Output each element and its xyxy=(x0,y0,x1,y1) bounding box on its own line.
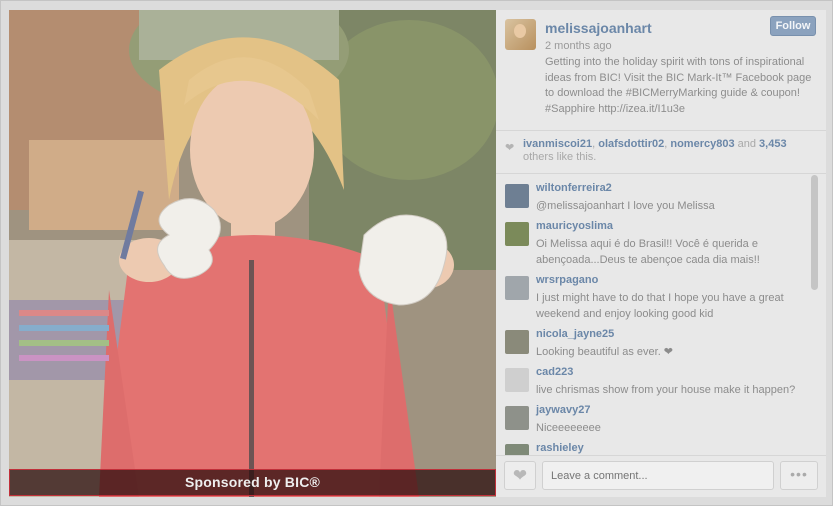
commenter-avatar[interactable] xyxy=(505,368,529,392)
author-username[interactable]: melissajoanhart xyxy=(545,20,652,36)
follow-button[interactable]: Follow xyxy=(770,16,816,36)
comment-input[interactable] xyxy=(542,461,774,490)
more-options-button[interactable]: ••• xyxy=(780,461,818,490)
commenter-username[interactable]: wrsrpagano xyxy=(536,274,598,286)
sponsored-banner: Sponsored by BIC® xyxy=(9,469,496,496)
like-button[interactable]: ❤ xyxy=(504,461,536,490)
comment-footer: ❤ ••• xyxy=(496,455,826,497)
heart-icon: ❤ xyxy=(512,466,528,485)
commenter-avatar[interactable] xyxy=(505,406,529,430)
comments-scrollbar[interactable] xyxy=(811,175,818,290)
commenter-username[interactable]: jaywavy27 xyxy=(536,404,590,416)
comment-text: I just might have to do that I hope you … xyxy=(536,292,784,320)
likes-suffix: others like this. xyxy=(523,151,597,163)
likes-summary: ❤ ivanmiscoi21, olafsdottir02, nomercy80… xyxy=(496,130,826,174)
post-photo[interactable] xyxy=(9,10,496,497)
commenter-avatar[interactable] xyxy=(505,444,529,455)
liker-link[interactable]: ivanmiscoi21 xyxy=(523,138,592,150)
comment-text: Niceeeeeeee xyxy=(536,422,601,434)
post-header: melissajoanhart 2 months ago Follow Gett… xyxy=(496,10,826,130)
liker-link[interactable]: olafsdottir02 xyxy=(598,138,664,150)
commenter-avatar[interactable] xyxy=(505,330,529,354)
post-details-panel: melissajoanhart 2 months ago Follow Gett… xyxy=(496,10,826,497)
commenter-username[interactable]: cad223 xyxy=(536,366,573,378)
photo-dim-overlay xyxy=(9,10,496,497)
commenter-avatar[interactable] xyxy=(505,184,529,208)
ellipsis-icon: ••• xyxy=(790,466,808,482)
heart-icon: ❤ xyxy=(505,142,515,154)
comment-text: Oi Melissa aqui é do Brasil!! Você é que… xyxy=(536,238,760,266)
post-timestamp[interactable]: 2 months ago xyxy=(545,40,612,52)
likes-text: ivanmiscoi21, olafsdottir02, nomercy803 … xyxy=(523,138,813,164)
comment-text: live chrismas show from your house make … xyxy=(536,384,796,396)
likes-and: and xyxy=(734,138,760,150)
post-modal: Sponsored by BIC® melissajoanhart 2 mont… xyxy=(0,0,833,506)
liker-link[interactable]: nomercy803 xyxy=(670,138,734,150)
comment-text: @melissajoanhart I love you Melissa xyxy=(536,200,715,212)
commenter-avatar[interactable] xyxy=(505,222,529,246)
commenter-avatar[interactable] xyxy=(505,276,529,300)
commenter-username[interactable]: wiltonferreira2 xyxy=(536,182,612,194)
author-avatar[interactable] xyxy=(505,19,536,50)
post-caption: Getting into the holiday spirit with ton… xyxy=(545,56,812,115)
commenter-username[interactable]: nicola_jayne25 xyxy=(536,328,614,340)
comment-text: Looking beautiful as ever. ❤ xyxy=(536,346,674,358)
commenter-username[interactable]: rashieley xyxy=(536,442,584,454)
likes-count[interactable]: 3,453 xyxy=(759,138,787,150)
comments-list[interactable]: wiltonferreira2 @melissajoanhart I love … xyxy=(496,175,826,455)
commenter-username[interactable]: mauricyoslima xyxy=(536,220,613,232)
